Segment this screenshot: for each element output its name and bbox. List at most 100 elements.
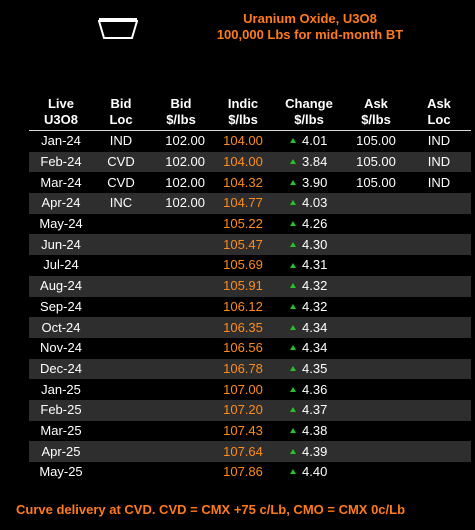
- contract-month-cell: Jan-24: [41, 133, 81, 149]
- bid-price-cell: [149, 255, 213, 276]
- bid-price-cell: [149, 297, 213, 318]
- table-row[interactable]: Feb-25 107.20 4.37: [29, 399, 471, 421]
- table-row[interactable]: Mar-25 107.43 4.38: [29, 421, 471, 442]
- table-row[interactable]: Aug-24 105.91 4.32: [29, 275, 471, 297]
- indicative-price-cell: 106.56: [223, 340, 263, 356]
- ask-location-cell: IND: [407, 151, 471, 173]
- ask-location-cell: [407, 234, 471, 256]
- up-triangle-icon: [290, 428, 296, 434]
- contract-month-cell: Apr-25: [29, 441, 93, 462]
- contract-month-cell: Oct-24: [29, 317, 93, 338]
- change-cell: 4.37: [273, 399, 345, 421]
- up-triangle-icon: [290, 179, 296, 185]
- change-value: 4.31: [302, 257, 328, 273]
- bid-price-cell: 102.00: [149, 193, 213, 214]
- change-value: 4.03: [302, 195, 328, 211]
- change-cell: 4.34: [273, 317, 345, 338]
- up-triangle-icon: [290, 324, 296, 330]
- table-row[interactable]: Feb-24 CVD 102.00 104.00 3.84 105.00 IND: [29, 151, 471, 173]
- change-cell: 4.34: [273, 338, 345, 359]
- up-triangle-icon: [290, 138, 296, 144]
- ask-location-cell: IND: [427, 133, 451, 149]
- change-cell: 4.01: [273, 131, 345, 152]
- bid-location-cell: [93, 297, 149, 318]
- bid-price-cell: [149, 421, 213, 442]
- change-value: 4.32: [302, 298, 328, 314]
- column-header-indic[interactable]: Indic $/lbs: [213, 94, 273, 131]
- contract-month-cell: Nov-24: [40, 340, 82, 356]
- indicative-price-cell: 107.00: [223, 381, 263, 397]
- ask-location-cell: [407, 255, 471, 276]
- table-row[interactable]: Sep-24 106.12 4.32: [29, 297, 471, 318]
- table-row[interactable]: May-24 105.22 4.26: [29, 214, 471, 235]
- bid-price-cell: [149, 234, 213, 256]
- indicative-price-cell: 104.00: [213, 151, 273, 173]
- ask-price-cell: [345, 338, 407, 359]
- quote-header: Uranium Oxide, U3O8 100,000 Lbs for mid-…: [170, 11, 450, 43]
- change-cell: 4.31: [273, 255, 345, 276]
- change-cell: 4.30: [273, 234, 345, 256]
- change-cell: 4.38: [273, 421, 345, 442]
- bid-price-cell: 102.00: [165, 174, 205, 190]
- table-row[interactable]: Apr-24 INC 102.00 104.77 4.03: [29, 193, 471, 214]
- bid-location-cell: CVD: [107, 174, 135, 190]
- header-subtitle: 100,000 Lbs for mid-month BT: [216, 27, 404, 42]
- indicative-price-cell: 105.69: [223, 257, 263, 273]
- column-header-change[interactable]: Change $/lbs: [273, 94, 345, 131]
- indicative-price-cell: 106.35: [213, 317, 273, 338]
- change-cell: 4.26: [273, 214, 345, 235]
- up-triangle-icon: [290, 303, 296, 309]
- table-row[interactable]: Dec-24 106.78 4.35: [29, 358, 471, 380]
- change-value: 4.34: [302, 340, 328, 356]
- bid-price-cell: 102.00: [165, 133, 205, 149]
- table-row[interactable]: Oct-24 106.35 4.34: [29, 317, 471, 338]
- bid-location-cell: [93, 214, 149, 235]
- indicative-price-cell: 106.12: [223, 298, 263, 314]
- ask-location-cell: [407, 275, 471, 297]
- change-value: 4.30: [302, 236, 328, 252]
- contract-month-cell: Dec-24: [29, 358, 93, 380]
- bid-price-cell: [149, 275, 213, 297]
- up-triangle-icon: [290, 200, 296, 206]
- ask-location-cell: IND: [427, 174, 451, 190]
- indicative-price-cell: 105.22: [223, 216, 263, 232]
- column-header-ask[interactable]: Ask $/lbs: [345, 94, 407, 131]
- change-value: 4.37: [302, 402, 328, 418]
- table-row[interactable]: Jan-24 IND 102.00 104.00 4.01 105.00 IND: [29, 131, 471, 152]
- change-cell: 4.03: [273, 193, 345, 214]
- indicative-price-cell: 105.47: [213, 234, 273, 256]
- bid-location-cell: [93, 358, 149, 380]
- indicative-price-cell: 104.00: [223, 133, 263, 149]
- ask-location-cell: [407, 379, 471, 400]
- table-row[interactable]: Nov-24 106.56 4.34: [29, 338, 471, 359]
- bid-location-cell: [93, 338, 149, 359]
- bid-location-cell: [93, 462, 149, 483]
- column-header-bid-loc[interactable]: Bid Loc: [93, 94, 149, 131]
- contract-month-cell: Mar-24: [40, 174, 82, 190]
- contract-month-cell: Sep-24: [40, 298, 82, 314]
- bid-price-cell: [149, 358, 213, 380]
- ask-location-cell: [407, 358, 471, 380]
- change-cell: 3.84: [273, 151, 345, 173]
- column-header-bid[interactable]: Bid $/lbs: [149, 94, 213, 131]
- up-triangle-icon: [290, 241, 296, 247]
- table-row[interactable]: Mar-24 CVD 102.00 104.32 3.90 105.00 IND: [29, 172, 471, 193]
- ask-location-cell: [407, 193, 471, 214]
- ask-price-cell: 105.00: [356, 174, 396, 190]
- bid-price-cell: [149, 441, 213, 462]
- table-row[interactable]: May-25 107.86 4.40: [29, 462, 471, 483]
- column-header-live[interactable]: Live U3O8: [29, 94, 93, 131]
- bid-price-cell: [149, 399, 213, 421]
- ask-price-cell: [345, 399, 407, 421]
- bid-location-cell: [93, 255, 149, 276]
- ask-location-cell: [407, 297, 471, 318]
- ask-price-cell: [345, 379, 407, 400]
- table-row[interactable]: Jun-24 105.47 4.30: [29, 234, 471, 256]
- table-row[interactable]: Apr-25 107.64 4.39: [29, 441, 471, 462]
- table-row[interactable]: Jan-25 107.00 4.36: [29, 379, 471, 400]
- up-triangle-icon: [290, 221, 296, 227]
- column-header-ask-loc[interactable]: Ask Loc: [407, 94, 471, 131]
- up-triangle-icon: [290, 262, 296, 268]
- change-value: 4.35: [302, 360, 328, 376]
- table-row[interactable]: Jul-24 105.69 4.31: [29, 255, 471, 276]
